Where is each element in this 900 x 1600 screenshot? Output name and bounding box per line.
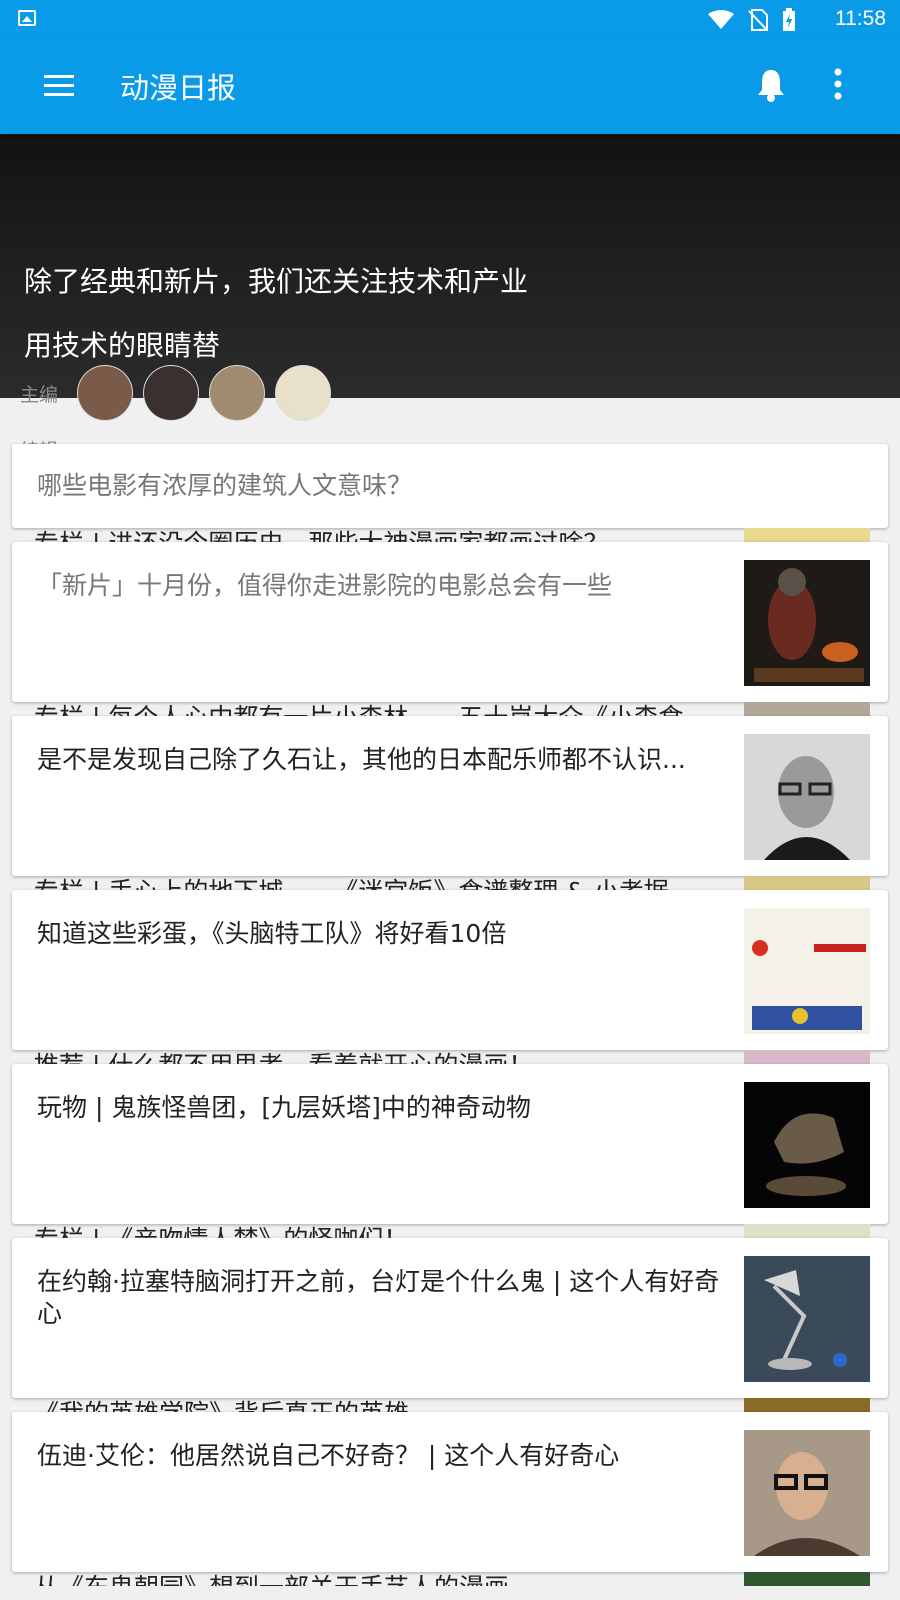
editors-section: 主编 编辑 xyxy=(0,360,900,462)
lamp-thumbnail xyxy=(744,1256,870,1382)
story-card[interactable]: 在约翰·拉塞特脑洞打开之前，台灯是个什么鬼 | 这个人有好奇心 xyxy=(12,1238,888,1398)
wifi-icon xyxy=(708,10,734,29)
peek-story-title: 专栏 | 手心上的地下城——《迷宫饭》食谱整理 & 小考据 xyxy=(34,876,734,890)
story-title: 是不是发现自己除了久石让，其他的日本配乐师都不认识... xyxy=(37,745,686,774)
clock: 11:58 xyxy=(835,7,886,30)
more-options-icon[interactable] xyxy=(833,68,843,100)
avatar[interactable] xyxy=(78,366,132,420)
story-card[interactable]: 知道这些彩蛋，《头脑特工队》将好看10倍 xyxy=(12,890,888,1050)
image-notification-icon xyxy=(18,10,36,26)
hero-subtitle-ghost: 用技术的眼睛替 xyxy=(24,329,221,362)
story-card[interactable]: 玩物 | 鬼族怪兽团，[九层妖塔]中的神奇动物 xyxy=(12,1064,888,1224)
story-title: 伍迪·艾伦：他居然说自己不好奇？ | 这个人有好奇心 xyxy=(37,1441,620,1470)
avatar[interactable] xyxy=(276,366,330,420)
tomatometer-thumbnail xyxy=(744,908,870,1034)
peek-thumbnail xyxy=(744,528,870,542)
woody-allen-thumbnail xyxy=(744,1430,870,1556)
bell-icon[interactable] xyxy=(756,68,786,102)
story-title: 知道这些彩蛋，《头脑特工队》将好看10倍 xyxy=(37,919,507,948)
peek-story-title: 推荐 | 什么都不用思考，看着就开心的漫画！ xyxy=(34,1050,734,1064)
peek-thumbnail xyxy=(744,1398,870,1412)
avatar[interactable] xyxy=(210,366,264,420)
peek-story-title: 专栏 | 每个人心中都有一片小森林——五十岚大介《小森食 xyxy=(34,702,734,716)
battery-charging-icon xyxy=(783,8,795,31)
story-card[interactable]: 伍迪·艾伦：他居然说自己不好奇？ | 这个人有好奇心 xyxy=(12,1412,888,1572)
portrait-glasses-thumbnail xyxy=(744,734,870,860)
peek-thumbnail xyxy=(744,702,870,716)
story-title: 在约翰·拉塞特脑洞打开之前，台灯是个什么鬼 | 这个人有好奇心 xyxy=(37,1267,720,1328)
peek-story-title: 《我的英雄学院》背后真正的英雄 xyxy=(34,1398,734,1412)
story-title: 「新片」十月份，值得你走进影院的电影总会有一些 xyxy=(37,571,613,600)
story-title: 玩物 | 鬼族怪兽团，[九层妖塔]中的神奇动物 xyxy=(37,1093,531,1122)
avatar[interactable] xyxy=(144,366,198,420)
peek-story-title: 专栏 | 《亲吻情人梦》的怪咖们！ xyxy=(34,1224,734,1238)
peek-thumbnail xyxy=(744,876,870,890)
no-sim-icon xyxy=(748,9,768,31)
peek-story-title: 从《东鬼朝园》想到一部关于手艺人的漫画 xyxy=(34,1572,734,1586)
peek-thumbnail xyxy=(744,1224,870,1238)
chief-editor-label: 主编 xyxy=(20,384,59,406)
peek-thumbnail xyxy=(744,1572,870,1586)
app-bar: 动漫日报 xyxy=(0,38,900,134)
story-card[interactable]: 哪些电影有浓厚的建筑人文意味？ xyxy=(12,444,888,528)
hero-title: 除了经典和新片，我们还关注技术和产业 xyxy=(24,265,529,298)
story-card[interactable]: 「新片」十月份，值得你走进影院的电影总会有一些 xyxy=(12,542,888,702)
story-title: 哪些电影有浓厚的建筑人文意味？ xyxy=(37,471,413,500)
app-title: 动漫日报 xyxy=(120,71,237,105)
peek-thumbnail xyxy=(744,1050,870,1064)
peek-story-title: 专栏 | 进还没今圈历史，那些大神漫画家都画过啥？ xyxy=(34,528,734,542)
status-bar: 11:58 xyxy=(0,0,900,38)
hero-banner[interactable]: 除了经典和新片，我们还关注技术和产业 用技术的眼睛替 xyxy=(0,134,900,398)
story-card[interactable]: 是不是发现自己除了久石让，其他的日本配乐师都不认识... xyxy=(12,716,888,876)
ant-man-thumbnail xyxy=(744,560,870,686)
creature-thumbnail xyxy=(744,1082,870,1208)
menu-icon[interactable] xyxy=(44,72,74,98)
